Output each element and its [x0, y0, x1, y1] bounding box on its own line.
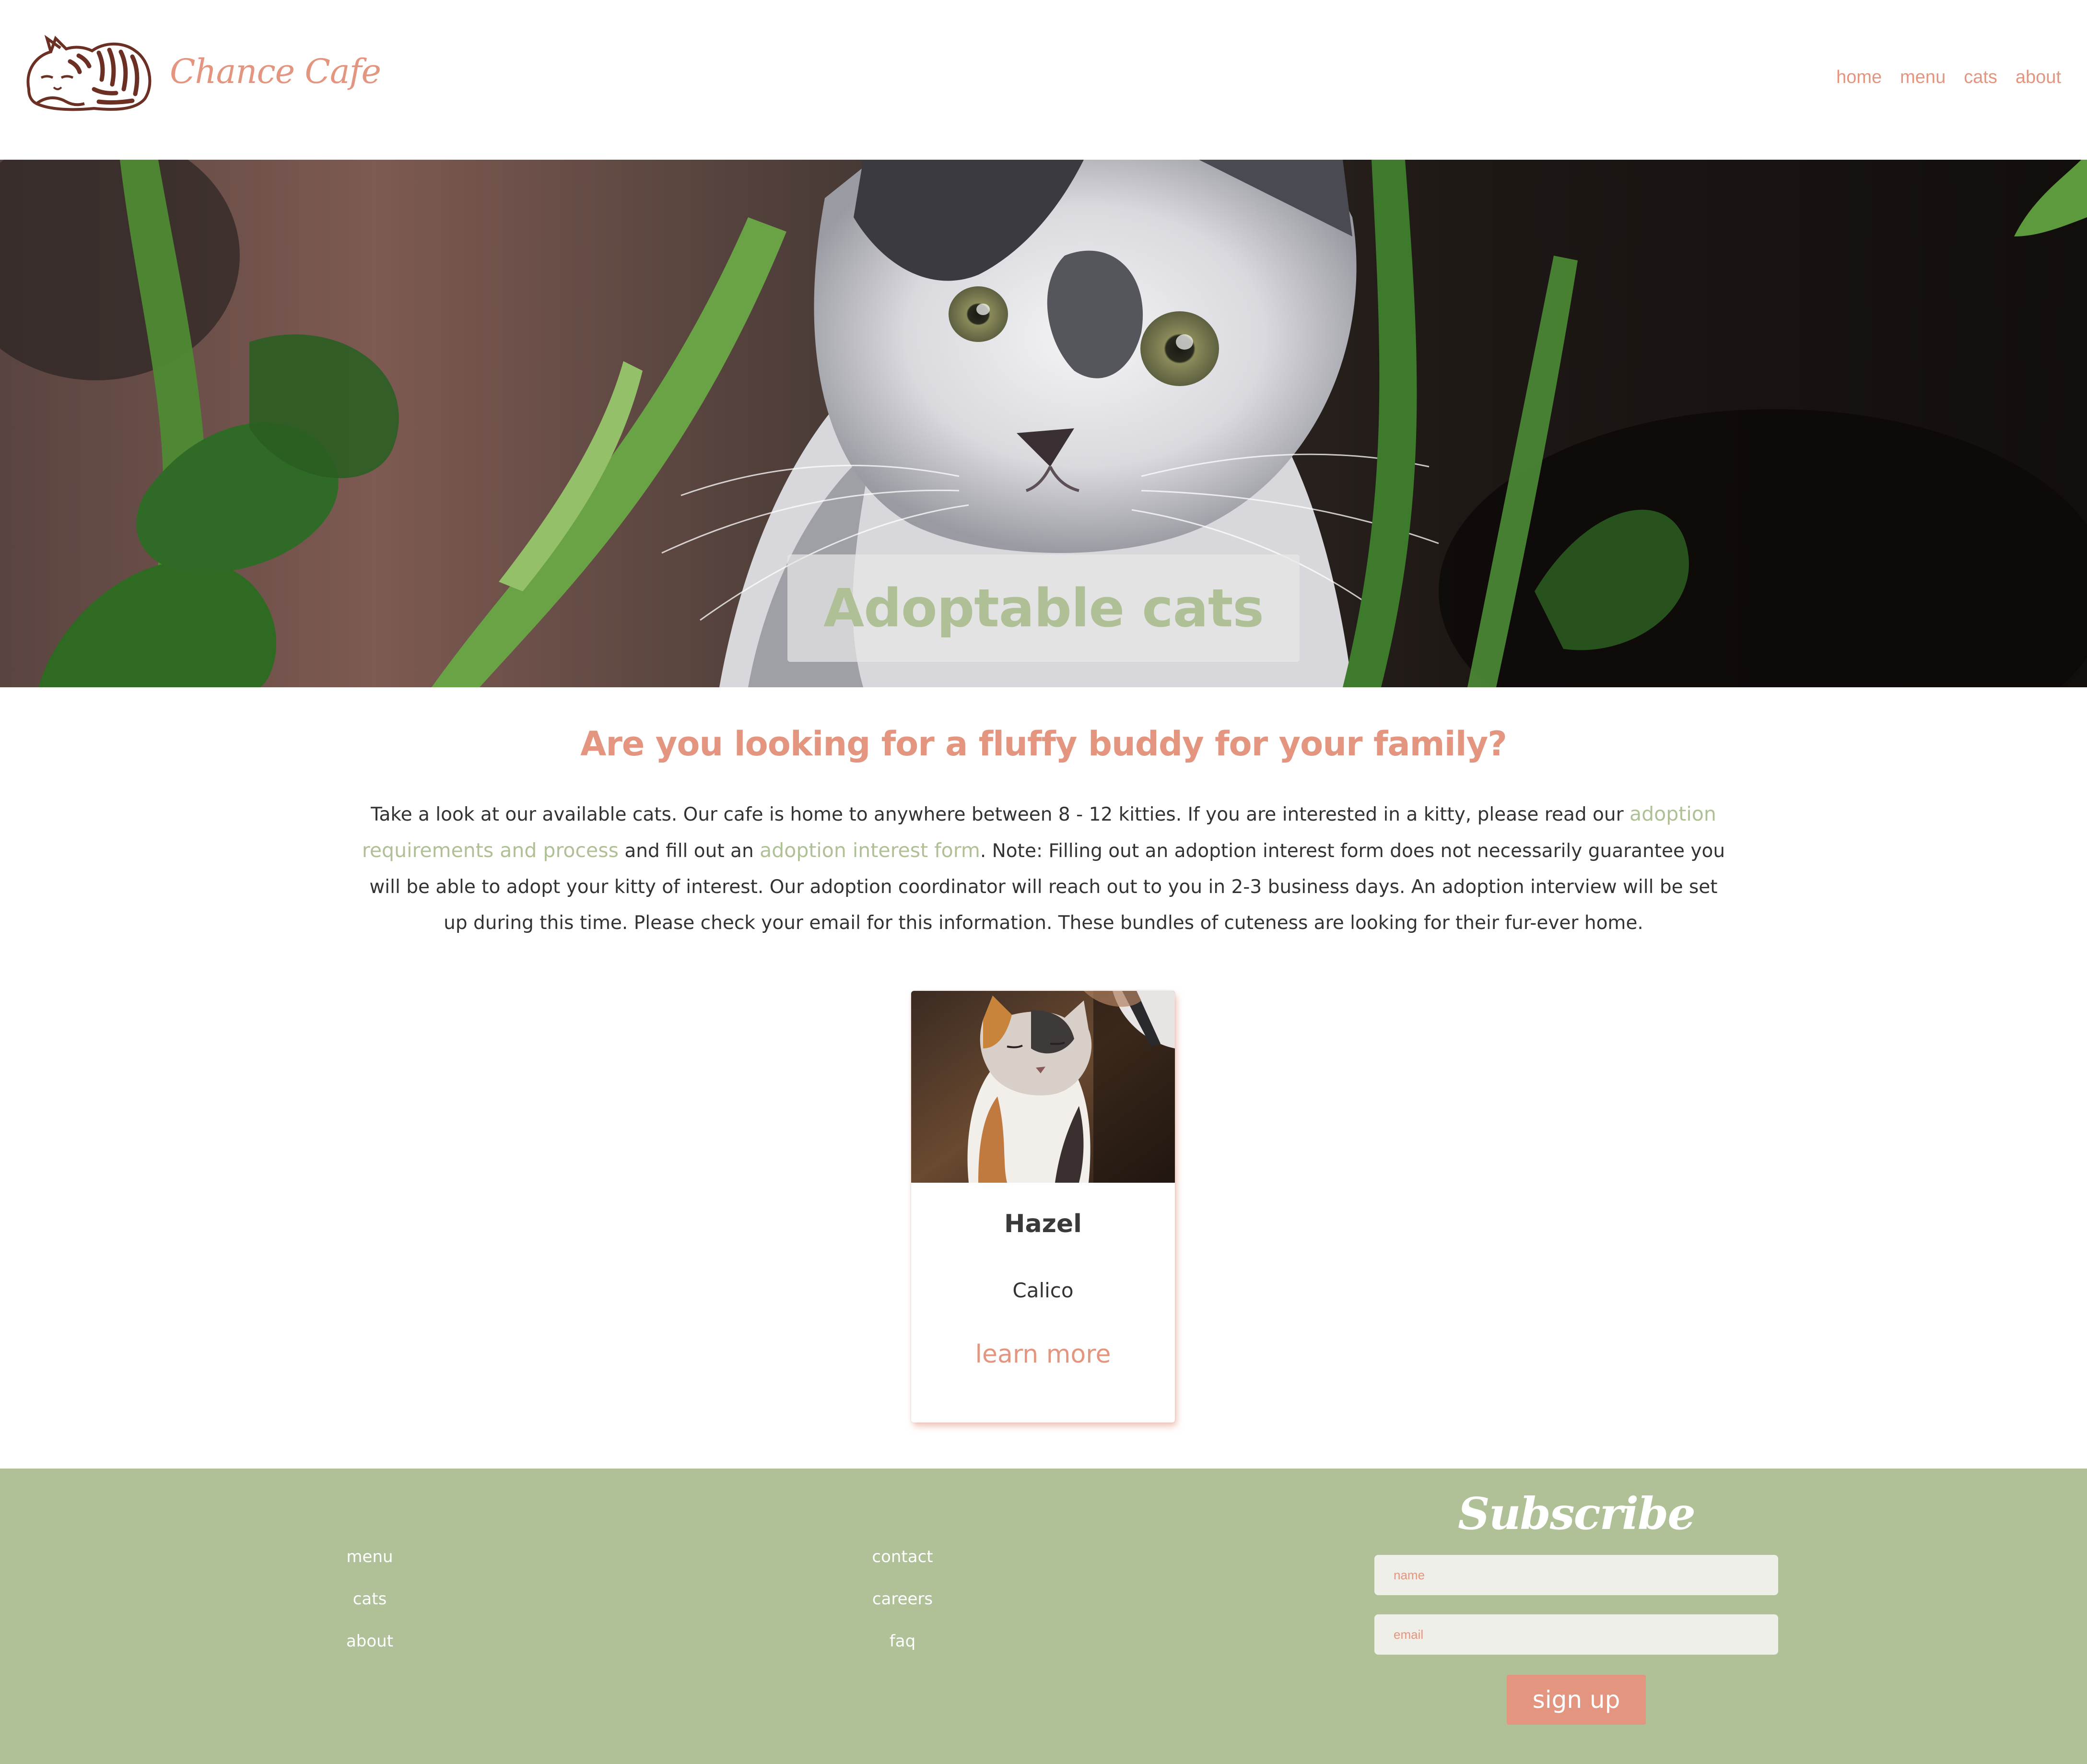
- cat-photo-hazel: [911, 991, 1175, 1183]
- nav-about[interactable]: about: [2016, 67, 2061, 88]
- footer-nav-column-1: menu cats about: [274, 1545, 466, 1653]
- footer-link-about[interactable]: about: [346, 1630, 393, 1653]
- footer-link-menu[interactable]: menu: [346, 1545, 393, 1568]
- subscribe-email-input[interactable]: [1374, 1614, 1778, 1655]
- hero-banner: Adoptable cats: [0, 160, 2087, 687]
- sleeping-cat-logo-icon: [26, 35, 152, 111]
- cat-breed: Calico: [1012, 1279, 1074, 1302]
- main-nav: home menu cats about: [1836, 67, 2061, 88]
- hero-title: Adoptable cats: [823, 577, 1264, 639]
- adoption-interest-form-link[interactable]: adoption interest form: [760, 839, 980, 862]
- footer-link-contact[interactable]: contact: [872, 1545, 933, 1568]
- intro-paragraph: Take a look at our available cats. Our c…: [355, 796, 1732, 941]
- intro-heading: Are you looking for a fluffy buddy for y…: [580, 724, 1507, 764]
- cat-card: Hazel Calico learn more: [911, 991, 1175, 1423]
- nav-menu[interactable]: menu: [1900, 67, 1946, 88]
- nav-cats[interactable]: cats: [1964, 67, 1997, 88]
- footer-link-careers[interactable]: careers: [872, 1588, 933, 1611]
- subscribe-title: Subscribe: [1458, 1488, 1696, 1540]
- site-footer: menu cats about contact careers faq Subs…: [0, 1469, 2087, 1764]
- intro-text-part-2: and fill out an: [618, 840, 760, 862]
- footer-link-faq[interactable]: faq: [890, 1630, 915, 1653]
- nav-home[interactable]: home: [1836, 67, 1882, 88]
- learn-more-link[interactable]: learn more: [911, 1340, 1175, 1369]
- cat-name: Hazel: [1004, 1210, 1082, 1238]
- logo-text: Chance Cafe: [170, 52, 381, 91]
- logo-link[interactable]: Chance Cafe: [22, 32, 381, 113]
- footer-link-cats[interactable]: cats: [353, 1588, 387, 1611]
- subscribe-name-input[interactable]: [1374, 1555, 1778, 1595]
- sign-up-button[interactable]: sign up: [1507, 1675, 1646, 1725]
- footer-nav-column-2: contact careers faq: [807, 1545, 998, 1653]
- intro-text-part-1: Take a look at our available cats. Our c…: [371, 804, 1630, 825]
- site-header: Chance Cafe home menu cats about: [0, 0, 2087, 160]
- hero-title-box: Adoptable cats: [787, 554, 1300, 662]
